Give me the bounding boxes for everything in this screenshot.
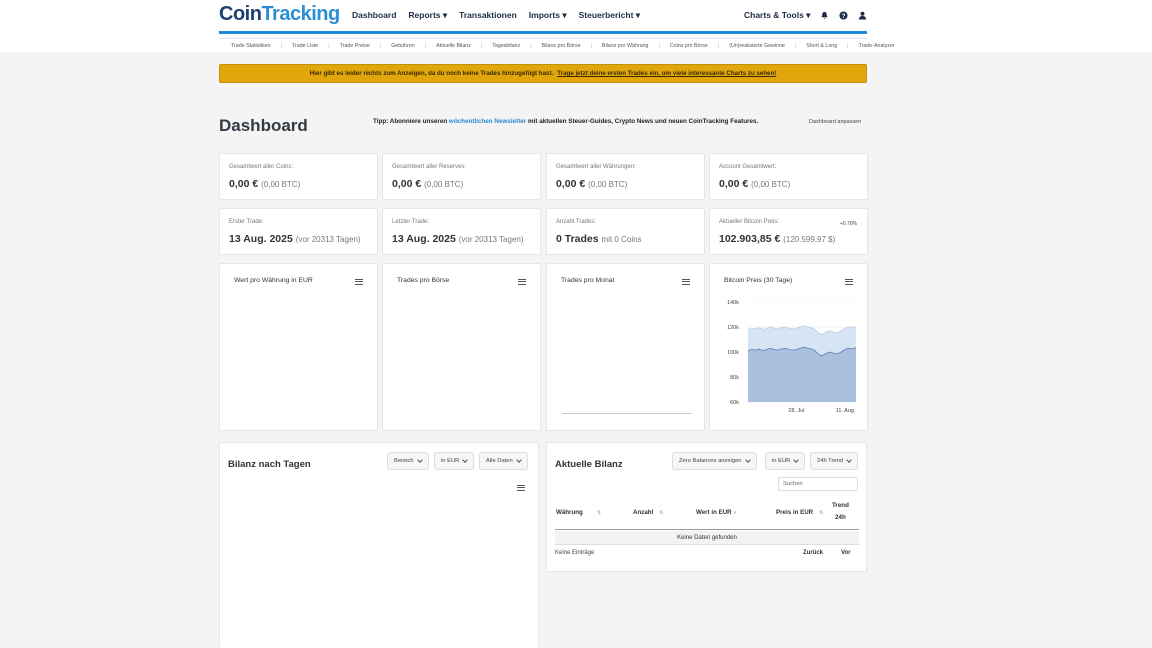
stat-card-last-trade: Letzter Trade: 13 Aug. 2025 (vor 20313 T…: [382, 208, 541, 255]
hamburger-menu-icon[interactable]: [518, 279, 526, 285]
banner-text: Hier gibt es leider nichts zum Anzeigen,…: [309, 70, 554, 77]
page-title: Dashboard: [219, 116, 308, 135]
x-tick-label: 28. Jul: [788, 408, 804, 414]
pagination-prev[interactable]: Zurück: [803, 550, 823, 556]
balance-search-input[interactable]: Suchen: [778, 477, 858, 491]
subnav-item[interactable]: Trade Preise: [340, 43, 370, 49]
nav-tax-report[interactable]: Steuerbericht ▾: [579, 10, 640, 21]
chart-bitcoin-price: Bitcoin Preis (30 Tage) 140k 120k 100k 80k 6…: [709, 263, 868, 431]
zero-balances-dropdown[interactable]: Zero Balances anzeigen: [672, 452, 757, 470]
nav-accent-line: [219, 31, 867, 34]
help-icon[interactable]: ?: [839, 11, 849, 20]
subnav-item[interactable]: Trade Liste: [292, 43, 318, 49]
hamburger-menu-icon[interactable]: [355, 279, 363, 285]
subnav-item[interactable]: Tagesbilanz: [492, 43, 520, 49]
col-currency[interactable]: Währung ⇅: [556, 509, 601, 516]
btc-price-area-chart: 140k 120k 100k 80k 60k 28. Jul 11. Aug: [727, 300, 857, 414]
balance-table-header: Währung ⇅ Anzahl ⇅ Wert in EUR ▾ Preis in E…: [555, 499, 859, 530]
current-balance-panel: Aktuelle Bilanz Zero Balances anzeigen i…: [546, 442, 867, 572]
nav-reports[interactable]: Reports ▾: [408, 10, 447, 21]
nav-charts-tools[interactable]: Charts & Tools ▾: [744, 10, 810, 21]
x-tick-label: 11. Aug: [836, 408, 854, 414]
subnav-item[interactable]: Trade-Analyzer: [859, 43, 895, 49]
table-empty-row: Keine Daten gefunden: [555, 531, 859, 545]
subnav-item[interactable]: Coins pro Börse: [670, 43, 708, 49]
nav-transactions[interactable]: Transaktionen: [459, 10, 517, 21]
subnav-item[interactable]: Short & Long: [806, 43, 837, 49]
range-dropdown[interactable]: Bereich: [387, 452, 429, 470]
subnav-item[interactable]: Aktuelle Bilanz: [436, 43, 471, 49]
newsletter-link[interactable]: wöchentlichen Newsletter: [449, 118, 526, 125]
area-series-0: [748, 347, 856, 402]
subnav-item[interactable]: Bilanz pro Börse: [542, 43, 581, 49]
stat-card-account-total: Account Gesamtwert: 0,00 € (0,00 BTC): [709, 153, 868, 200]
nav-imports[interactable]: Imports ▾: [529, 10, 567, 21]
pagination-next[interactable]: Vor: [841, 550, 851, 556]
banner-add-trades-link[interactable]: Trage jetzt deine ersten Trades ein, um …: [557, 70, 776, 77]
hamburger-menu-icon[interactable]: [682, 279, 690, 285]
y-tick-label: 140k: [727, 300, 739, 306]
data-range-dropdown[interactable]: Alle Daten: [479, 452, 528, 470]
subnav: Trade Statistiken | Trade Liste | Trade Pr…: [219, 38, 895, 52]
btc-change-badge: +0.70%: [839, 221, 857, 227]
col-amount[interactable]: Anzahl ⇅: [633, 509, 664, 516]
y-tick-label: 100k: [727, 350, 739, 356]
stat-card-coins-total: Gesamtwert aller Coins: 0,00 € (0,00 BTC…: [219, 153, 378, 200]
stat-card-trade-count: Anzahl Trades: 0 Trades mit 0 Coins: [546, 208, 705, 255]
col-value-eur[interactable]: Wert in EUR ▾: [696, 509, 736, 516]
subnav-item[interactable]: Gebühren: [391, 43, 415, 49]
dashboard-adjust-link[interactable]: Dashboard anpassen: [809, 119, 861, 125]
col-price-eur[interactable]: Preis in EUR ⇅: [776, 509, 823, 516]
trend-dropdown[interactable]: 24h Trend: [810, 452, 859, 470]
main-nav: Dashboard Reports ▾ Transaktionen Import…: [352, 10, 640, 21]
currency-dropdown[interactable]: in EUR: [434, 452, 475, 470]
bell-icon[interactable]: [820, 11, 829, 20]
chart-trades-per-month: Trades pro Monat: [546, 263, 705, 431]
svg-text:?: ?: [842, 13, 846, 20]
subnav-item[interactable]: (Un)realisierte Gewinne: [729, 43, 785, 49]
currency-dropdown[interactable]: in EUR: [765, 452, 806, 470]
chart-value-per-currency: Wert pro Währung in EUR: [219, 263, 378, 431]
chart-axis-line: [562, 413, 692, 414]
empty-state-banner: Hier gibt es leider nichts zum Anzeigen,…: [219, 64, 867, 83]
stat-card-btc-price: Aktueller Bitcoin Preis: +0.70% 102.903,…: [709, 208, 868, 255]
nav-right: Charts & Tools ▾ ?: [744, 10, 867, 21]
balance-by-days-panel: Bilanz nach Tagen Bereich in EUR Alle Da…: [219, 442, 539, 648]
nav-dashboard[interactable]: Dashboard: [352, 10, 396, 21]
stat-card-reserves-total: Gesamtwert aller Reserves: 0,00 € (0,00 …: [382, 153, 541, 200]
col-trend[interactable]: Trend 24h: [832, 500, 849, 524]
y-tick-label: 60k: [730, 400, 739, 406]
stat-card-currencies-total: Gesamtwert aller Währungen: 0,00 € (0,00…: [546, 153, 705, 200]
hamburger-menu-icon[interactable]: [517, 485, 525, 491]
subnav-item[interactable]: Trade Statistiken: [231, 43, 271, 49]
y-tick-label: 120k: [727, 325, 739, 331]
stat-card-first-trade: Erster Trade: 13 Aug. 2025 (vor 20313 Ta…: [219, 208, 378, 255]
subnav-item[interactable]: Bilanz pro Währung: [602, 43, 649, 49]
y-tick-label: 80k: [730, 375, 739, 381]
newsletter-tip: Tipp: Abonniere unseren wöchentlichen Ne…: [373, 118, 759, 125]
cointracking-logo[interactable]: CoinTracking: [219, 3, 340, 26]
entries-info: Keine Einträge: [555, 550, 595, 556]
chart-trades-per-exchange: Trades pro Börse: [382, 263, 541, 431]
user-icon[interactable]: [858, 11, 867, 20]
